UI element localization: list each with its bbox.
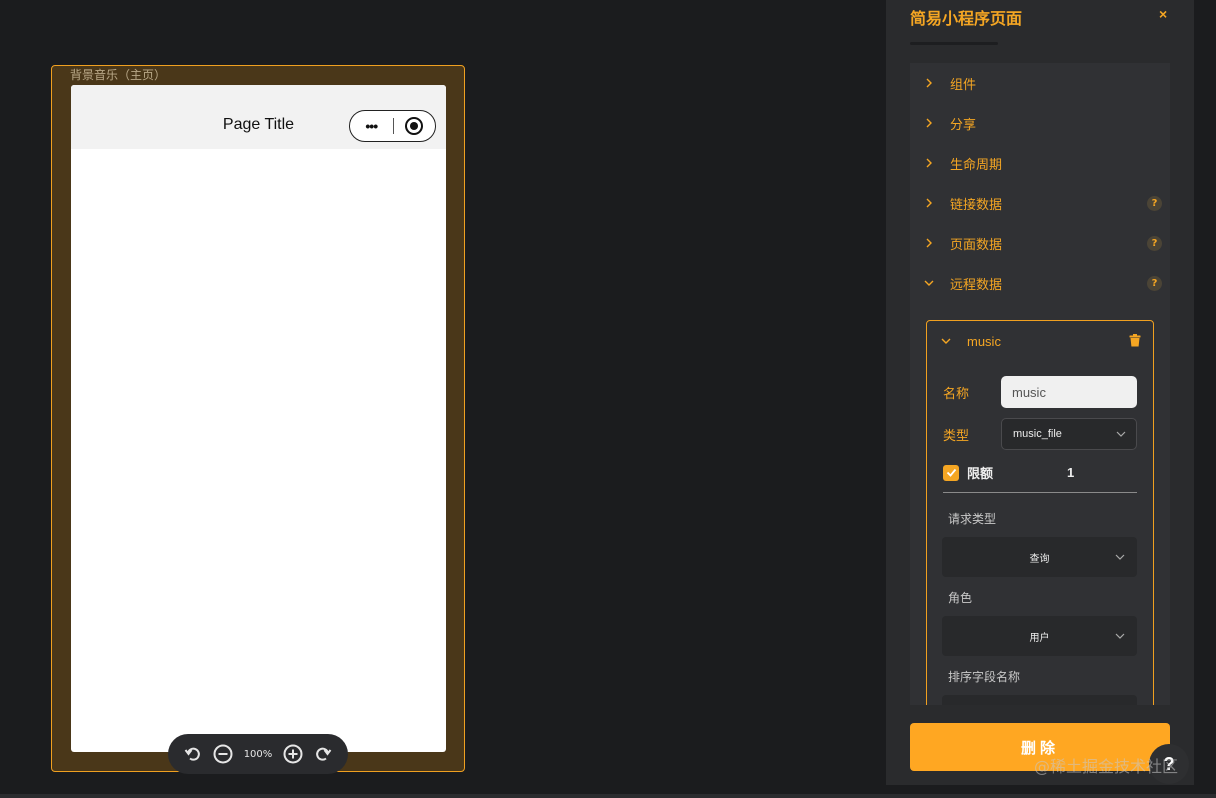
section-label: 远程数据 — [950, 277, 1003, 293]
section-label: 分享 — [950, 117, 977, 133]
chevron-right-icon — [924, 78, 950, 88]
zoom-level: 100% — [243, 748, 273, 760]
sort-field-label: 排序字段名称 — [948, 670, 1021, 684]
limit-row: 限额 1 — [943, 463, 1074, 482]
section-lifecycle[interactable]: 生命周期 — [910, 143, 1170, 183]
type-row: 类型 music_file — [943, 418, 1137, 450]
undo-icon[interactable] — [184, 745, 202, 763]
redo-icon[interactable] — [314, 745, 332, 763]
chevron-right-icon — [924, 198, 950, 208]
page-frame[interactable]: 背景音乐（主页） Page Title ••• — [51, 65, 465, 772]
name-label: 名称 — [943, 386, 970, 402]
limit-label: 限额 — [967, 467, 994, 482]
section-link-data[interactable]: 链接数据 ? — [910, 183, 1170, 223]
panel-title: 简易小程序页面 — [910, 9, 1023, 28]
chevron-down-icon — [1116, 429, 1126, 442]
sort-field-input[interactable] — [942, 695, 1137, 705]
watermark: @稀土掘金技术社区 — [1034, 757, 1179, 776]
type-label: 类型 — [943, 428, 970, 444]
remote-item-header[interactable]: music — [927, 321, 1153, 361]
chevron-down-icon — [1115, 631, 1125, 644]
section-page-data[interactable]: 页面数据 ? — [910, 223, 1170, 263]
close-icon[interactable]: × — [1159, 6, 1167, 22]
help-icon[interactable]: ? — [1147, 276, 1162, 291]
section-label: 页面数据 — [950, 237, 1003, 253]
remote-data-item: music 名称 类型 music_file 限额 — [926, 320, 1154, 705]
section-share[interactable]: 分享 — [910, 103, 1170, 143]
request-type-value: 查询 — [1029, 553, 1050, 565]
section-label: 生命周期 — [950, 157, 1003, 173]
mini-program-capsule[interactable]: ••• — [349, 110, 436, 142]
limit-value[interactable]: 1 — [1067, 465, 1074, 480]
chevron-down-icon — [924, 278, 950, 288]
role-value: 用户 — [1029, 632, 1050, 644]
request-type-label: 请求类型 — [948, 512, 997, 526]
chevron-right-icon — [924, 118, 950, 128]
section-label: 组件 — [950, 77, 977, 93]
phone-preview[interactable]: Page Title ••• — [71, 85, 446, 752]
settings-sections: 组件 分享 生命周期 链接数据 ? 页面数据 ? 远程数据 ? music 名称… — [910, 63, 1170, 705]
name-row: 名称 — [943, 376, 1137, 408]
chevron-right-icon — [924, 158, 950, 168]
role-select[interactable]: 用户 — [942, 616, 1137, 656]
help-icon[interactable]: ? — [1147, 236, 1162, 251]
zoom-in-icon[interactable] — [283, 744, 303, 764]
zoom-toolbar: 100% — [168, 734, 348, 774]
limit-checkbox[interactable] — [943, 464, 959, 481]
form-divider — [943, 492, 1137, 493]
type-select[interactable]: music_file — [1001, 418, 1137, 450]
more-icon[interactable]: ••• — [350, 118, 393, 134]
close-target-icon[interactable] — [393, 117, 435, 135]
role-label: 角色 — [948, 591, 973, 605]
chevron-down-icon — [941, 336, 967, 346]
section-components[interactable]: 组件 — [910, 63, 1170, 103]
request-type-select[interactable]: 查询 — [942, 537, 1137, 577]
settings-panel: 简易小程序页面 × 组件 分享 生命周期 链接数据 ? 页面数据 ? 远程数据 — [886, 0, 1194, 785]
bottom-strip — [0, 794, 1216, 798]
section-remote-data[interactable]: 远程数据 ? — [910, 263, 1170, 303]
type-select-value: music_file — [1013, 428, 1062, 440]
chevron-down-icon — [1115, 552, 1125, 565]
phone-navbar: Page Title ••• — [71, 85, 446, 149]
page-frame-label: 背景音乐（主页） — [70, 68, 167, 82]
panel-tab-indicator — [910, 42, 998, 45]
chevron-right-icon — [924, 238, 950, 248]
name-input[interactable] — [1001, 376, 1137, 408]
help-icon[interactable]: ? — [1147, 196, 1162, 211]
trash-icon[interactable] — [1129, 334, 1141, 350]
section-label: 链接数据 — [950, 197, 1003, 213]
remote-item-name: music — [967, 333, 1001, 349]
zoom-out-icon[interactable] — [213, 744, 233, 764]
